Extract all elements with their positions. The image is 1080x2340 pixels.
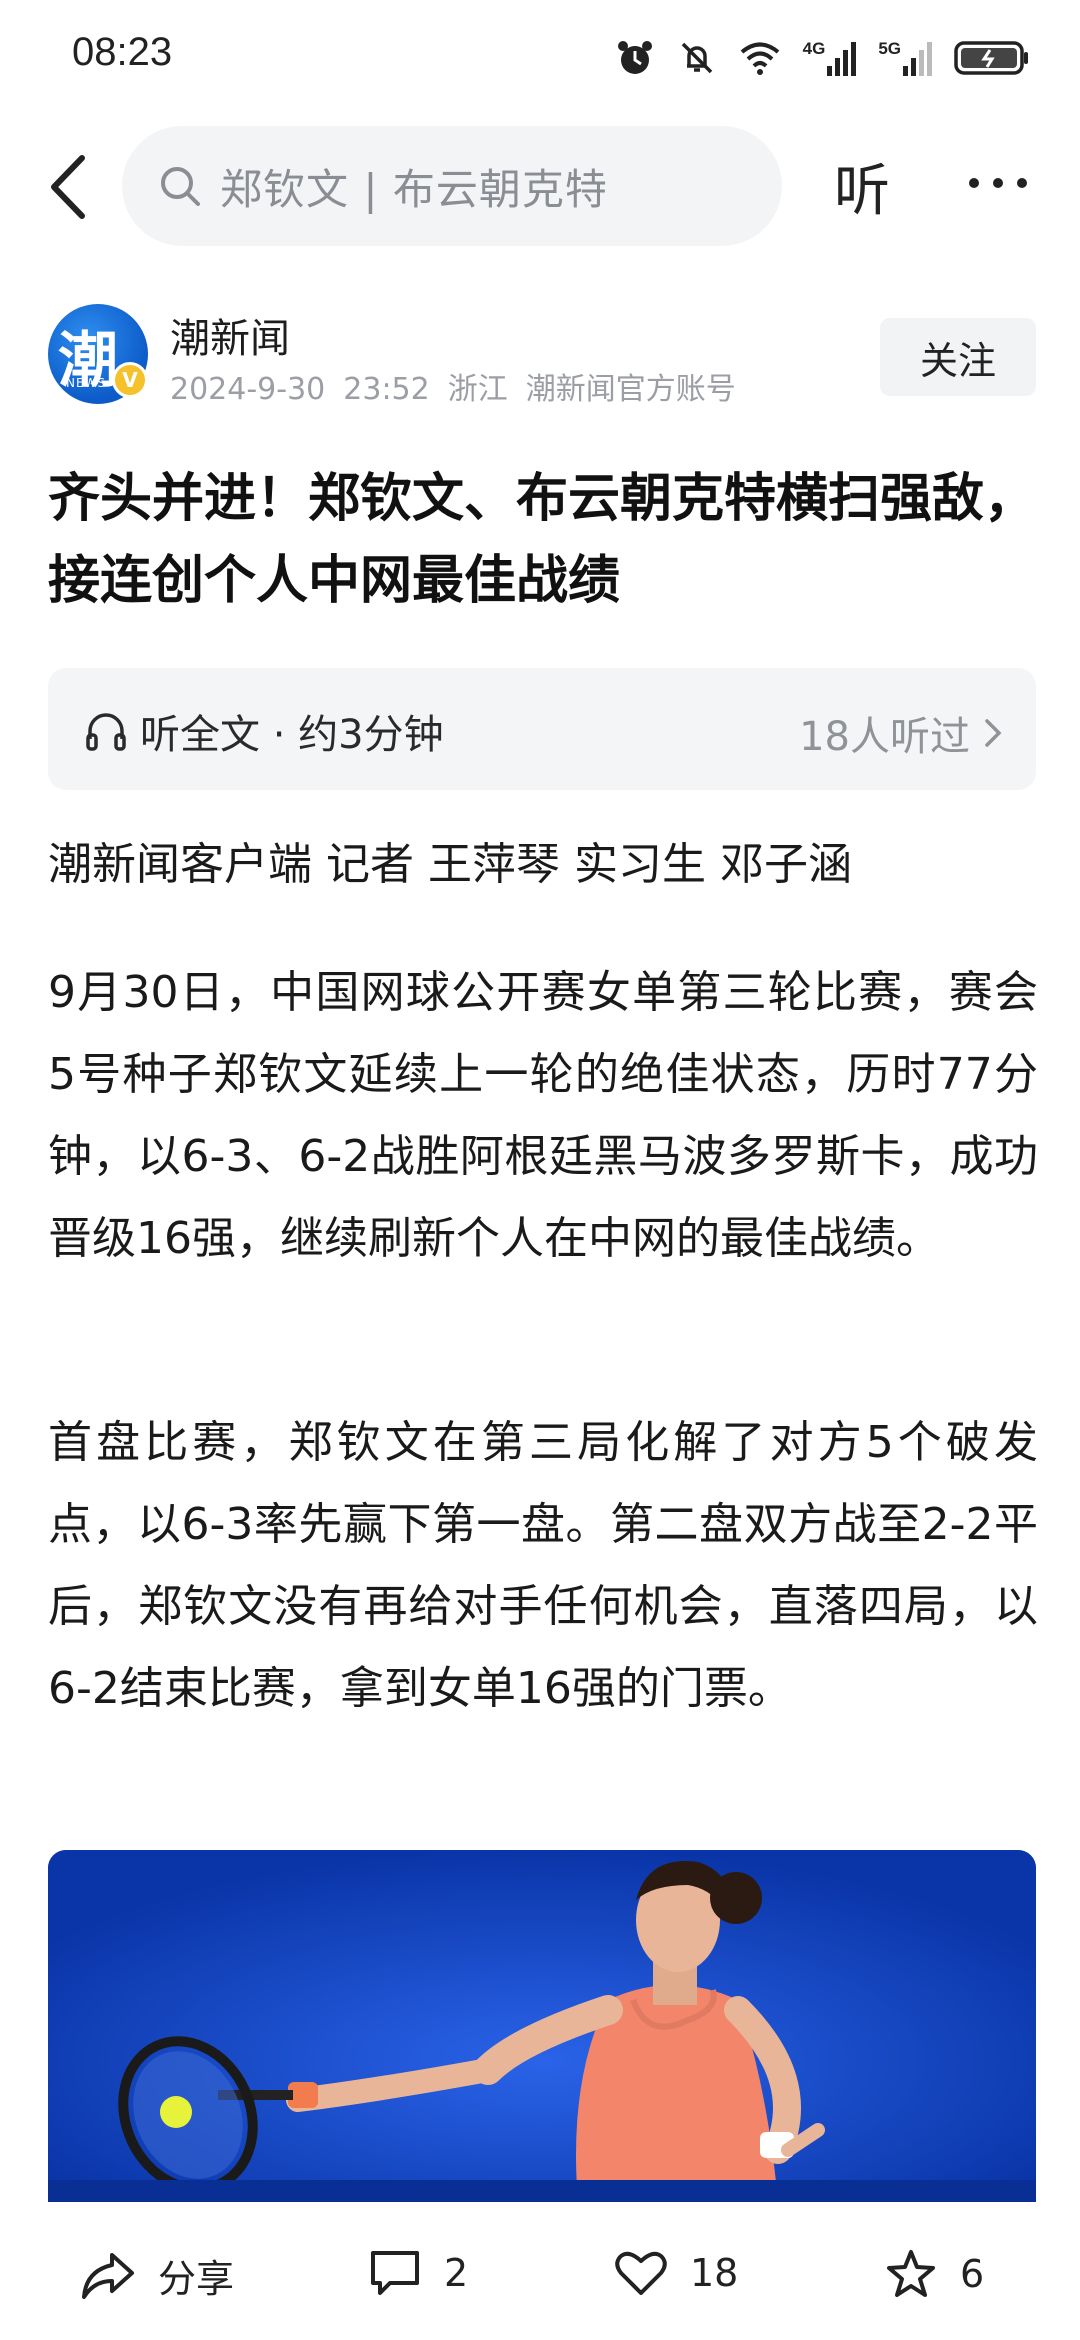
- headphones-icon: [86, 713, 126, 751]
- star-icon: [887, 2250, 935, 2297]
- account-type: 潮新闻官方账号: [525, 372, 736, 407]
- search-icon: [161, 167, 200, 206]
- share-label: 分享: [158, 2257, 235, 2301]
- favorite-button[interactable]: 6: [884, 2248, 984, 2300]
- avatar-logo-sub: NEWS: [66, 376, 107, 390]
- status-bar: 08:23 4G 5G: [0, 0, 1080, 120]
- listen-full-article-bar[interactable]: 听全文 · 约3分钟 18人听过: [48, 668, 1036, 790]
- listen-full-article: 听全文 · 约3分钟: [84, 702, 444, 760]
- back-icon[interactable]: [42, 152, 98, 222]
- verified-badge: V: [112, 362, 148, 398]
- publish-time: 23:52: [343, 372, 430, 407]
- signal-4g: 4G: [803, 40, 857, 76]
- author-row: 潮 NEWS V 潮新闻 2024-9-30 23:52 浙江 潮新闻官方账号 关注: [0, 300, 1080, 410]
- comment-button[interactable]: 2: [368, 2248, 468, 2298]
- network-4g-label: 4G: [802, 39, 826, 58]
- author-meta: 2024-9-30 23:52 浙江 潮新闻官方账号: [170, 364, 754, 408]
- article-paragraph: 首盘比赛，郑钦文在第三局化解了对方5个破发点，以6-3率先赢下第一盘。第二盘双方…: [48, 1417, 1038, 1714]
- article-photo[interactable]: [48, 1850, 1036, 2202]
- like-button[interactable]: 18: [614, 2248, 738, 2298]
- signal-5g: 5G: [878, 40, 932, 76]
- status-time: 08:23: [72, 30, 173, 74]
- bottom-action-bar: 分享 2 18 6: [0, 2210, 1080, 2340]
- search-query: 郑钦文 | 布云朝克特: [220, 164, 608, 214]
- publish-date: 2024-9-30: [170, 372, 326, 407]
- comment-count: 2: [444, 2251, 469, 2295]
- listen-full-article-label: 听全文 · 约3分钟: [140, 712, 444, 758]
- listeners-count: 18人听过: [799, 714, 970, 760]
- article-title: 齐头并进！郑钦文、布云朝克特横扫强敌，接连创个人中网最佳战绩: [48, 469, 1037, 611]
- more-icon[interactable]: [966, 168, 1030, 198]
- wifi-icon: [740, 42, 779, 75]
- author-name[interactable]: 潮新闻: [170, 306, 290, 364]
- mute-icon: [681, 42, 712, 74]
- follow-button[interactable]: 关注: [880, 318, 1036, 396]
- tennis-player-image: [48, 1850, 1036, 2202]
- search-input[interactable]: 郑钦文 | 布云朝克特: [122, 126, 782, 246]
- article-paragraph: 9月30日，中国网球公开赛女单第三轮比赛，赛会5号种子郑钦文延续上一轮的绝佳状态…: [48, 967, 1038, 1264]
- listen-button[interactable]: 听: [834, 146, 890, 227]
- status-icons: 4G 5G: [615, 36, 1030, 80]
- share-icon: [82, 2252, 134, 2299]
- network-5g-label: 5G: [878, 39, 901, 58]
- share-button[interactable]: 分享: [80, 2248, 234, 2303]
- top-nav: 郑钦文 | 布云朝克特 听: [0, 124, 1080, 248]
- chevron-right-icon: [985, 719, 1002, 747]
- favorite-count: 6: [960, 2252, 985, 2296]
- heart-icon: [615, 2251, 667, 2295]
- listeners-info: 18人听过: [799, 704, 1002, 762]
- signal-icon: [903, 42, 932, 76]
- publish-region: 浙江: [447, 372, 508, 407]
- signal-icon: [827, 42, 857, 76]
- battery-icon: [954, 41, 1028, 75]
- like-count: 18: [690, 2251, 739, 2295]
- article-byline: 潮新闻客户端 记者 王萍琴 实习生 邓子涵: [48, 839, 852, 890]
- alarm-icon: [617, 41, 652, 74]
- comment-icon: [371, 2251, 419, 2295]
